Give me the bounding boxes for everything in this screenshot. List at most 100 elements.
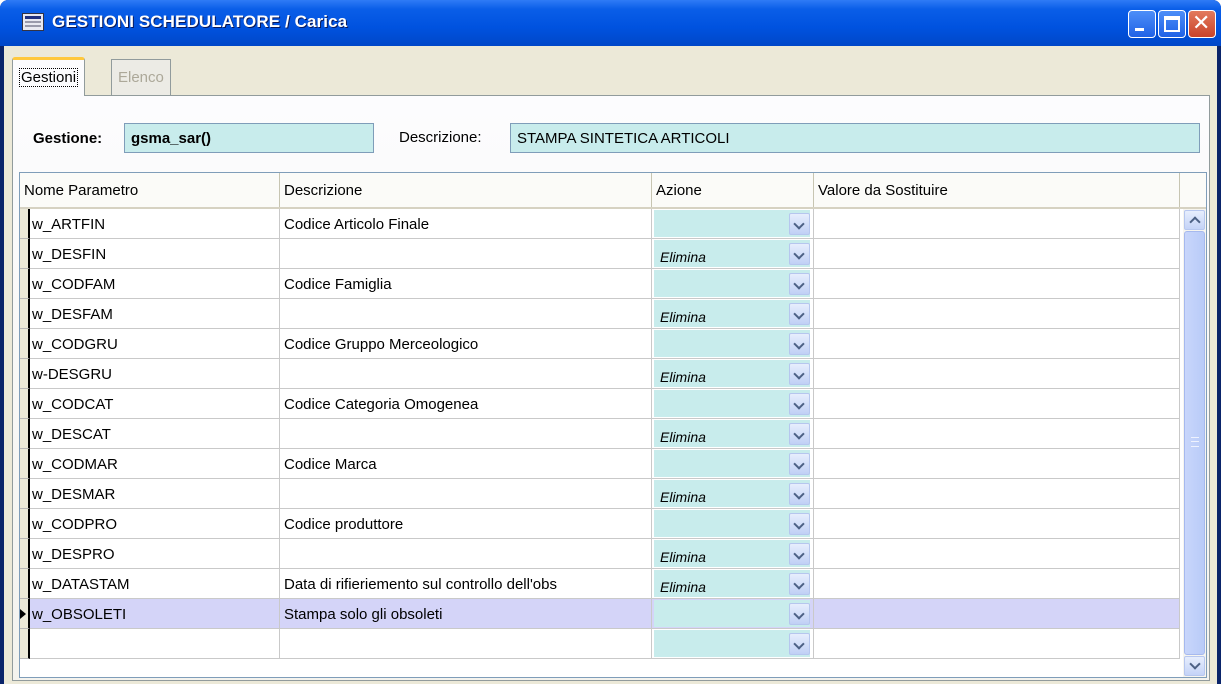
azione-combo[interactable]: Elimina — [654, 300, 810, 327]
chevron-down-icon[interactable] — [789, 573, 810, 595]
table-row[interactable]: w_DESPRO Elimina — [20, 539, 1180, 569]
tab-gestioni[interactable]: Gestioni — [12, 57, 86, 96]
cell-azione[interactable]: Elimina — [652, 479, 814, 509]
close-button[interactable]: ✕ — [1188, 10, 1216, 38]
row-indicator[interactable] — [20, 539, 30, 569]
cell-valore[interactable] — [814, 419, 1180, 449]
tab-elenco[interactable]: Elenco — [111, 59, 171, 95]
azione-combo[interactable] — [654, 510, 810, 537]
row-indicator[interactable] — [20, 329, 30, 359]
cell-nome-parametro[interactable]: w_CODCAT — [30, 389, 280, 419]
column-header-azione[interactable]: Azione — [652, 173, 814, 207]
azione-combo[interactable]: Elimina — [654, 570, 810, 597]
cell-descrizione[interactable] — [280, 419, 652, 449]
cell-azione[interactable] — [652, 269, 814, 299]
azione-combo[interactable] — [654, 270, 810, 297]
azione-combo[interactable] — [654, 390, 810, 417]
column-header-nome[interactable]: Nome Parametro — [20, 173, 280, 207]
cell-descrizione[interactable]: Codice Categoria Omogenea — [280, 389, 652, 419]
chevron-down-icon[interactable] — [789, 303, 810, 325]
chevron-down-icon[interactable] — [789, 483, 810, 505]
table-row[interactable]: w_OBSOLETI Stampa solo gli obsoleti — [20, 599, 1180, 629]
cell-nome-parametro[interactable]: w_DESPRO — [30, 539, 280, 569]
row-indicator[interactable] — [20, 479, 30, 509]
cell-nome-parametro[interactable]: w_DESFIN — [30, 239, 280, 269]
cell-nome-parametro[interactable]: w_DESCAT — [30, 419, 280, 449]
azione-combo[interactable]: Elimina — [654, 480, 810, 507]
maximize-button[interactable] — [1158, 10, 1186, 38]
chevron-down-icon[interactable] — [789, 513, 810, 535]
cell-valore[interactable] — [814, 269, 1180, 299]
chevron-down-icon[interactable] — [789, 363, 810, 385]
table-row[interactable]: w_DESFIN Elimina — [20, 239, 1180, 269]
cell-azione[interactable]: Elimina — [652, 539, 814, 569]
chevron-down-icon[interactable] — [789, 423, 810, 445]
chevron-down-icon[interactable] — [789, 453, 810, 475]
azione-combo[interactable]: Elimina — [654, 360, 810, 387]
cell-valore[interactable] — [814, 359, 1180, 389]
cell-valore[interactable] — [814, 239, 1180, 269]
cell-valore[interactable] — [814, 479, 1180, 509]
table-row[interactable]: w_DESFAM Elimina — [20, 299, 1180, 329]
table-row[interactable]: w_CODFAM Codice Famiglia — [20, 269, 1180, 299]
table-row[interactable]: w_CODMAR Codice Marca — [20, 449, 1180, 479]
cell-azione[interactable] — [652, 209, 814, 239]
chevron-down-icon[interactable] — [789, 543, 810, 565]
chevron-down-icon[interactable] — [789, 243, 810, 265]
column-header-descrizione[interactable]: Descrizione — [280, 173, 652, 207]
cell-valore[interactable] — [814, 329, 1180, 359]
chevron-down-icon[interactable] — [789, 393, 810, 415]
cell-valore[interactable] — [814, 449, 1180, 479]
cell-descrizione[interactable]: Codice Famiglia — [280, 269, 652, 299]
cell-valore[interactable] — [814, 209, 1180, 239]
azione-combo[interactable]: Elimina — [654, 240, 810, 267]
cell-nome-parametro[interactable]: w_OBSOLETI — [30, 599, 280, 629]
azione-combo[interactable] — [654, 450, 810, 477]
table-row[interactable]: w_ARTFIN Codice Articolo Finale — [20, 209, 1180, 239]
scrollbar-thumb[interactable] — [1184, 231, 1205, 655]
cell-nome-parametro[interactable]: w_ARTFIN — [30, 209, 280, 239]
table-row[interactable]: w-DESGRU Elimina — [20, 359, 1180, 389]
row-indicator[interactable] — [20, 449, 30, 479]
scroll-up-button[interactable] — [1184, 210, 1205, 230]
cell-azione[interactable] — [652, 329, 814, 359]
cell-descrizione[interactable] — [280, 359, 652, 389]
azione-combo[interactable]: Elimina — [654, 420, 810, 447]
vertical-scrollbar[interactable] — [1183, 209, 1206, 677]
cell-nome-parametro[interactable]: w_DESMAR — [30, 479, 280, 509]
cell-descrizione[interactable]: Codice Articolo Finale — [280, 209, 652, 239]
cell-valore[interactable] — [814, 299, 1180, 329]
cell-descrizione[interactable] — [280, 629, 652, 659]
row-indicator[interactable] — [20, 419, 30, 449]
chevron-down-icon[interactable] — [789, 633, 810, 655]
cell-azione[interactable]: Elimina — [652, 419, 814, 449]
cell-nome-parametro[interactable]: w_CODFAM — [30, 269, 280, 299]
table-row[interactable]: w_DESMAR Elimina — [20, 479, 1180, 509]
title-bar[interactable]: GESTIONI SCHEDULATORE / Carica ✕ — [0, 0, 1221, 46]
chevron-down-icon[interactable] — [789, 333, 810, 355]
cell-descrizione[interactable] — [280, 539, 652, 569]
table-row[interactable]: w_DESCAT Elimina — [20, 419, 1180, 449]
chevron-down-icon[interactable] — [789, 603, 810, 625]
cell-descrizione[interactable]: Codice produttore — [280, 509, 652, 539]
azione-combo[interactable]: Elimina — [654, 540, 810, 567]
row-indicator[interactable] — [20, 629, 30, 659]
table-row[interactable]: w_CODPRO Codice produttore — [20, 509, 1180, 539]
cell-valore[interactable] — [814, 539, 1180, 569]
cell-nome-parametro[interactable]: w_CODPRO — [30, 509, 280, 539]
chevron-down-icon[interactable] — [789, 213, 810, 235]
cell-nome-parametro[interactable] — [30, 629, 280, 659]
azione-combo[interactable] — [654, 600, 810, 627]
minimize-button[interactable] — [1128, 10, 1156, 38]
table-row[interactable]: w_CODGRU Codice Gruppo Merceologico — [20, 329, 1180, 359]
azione-combo[interactable] — [654, 330, 810, 357]
row-indicator[interactable] — [20, 599, 30, 629]
cell-descrizione[interactable] — [280, 479, 652, 509]
gestione-field[interactable]: gsma_sar() — [124, 123, 374, 153]
cell-valore[interactable] — [814, 569, 1180, 599]
azione-combo[interactable] — [654, 210, 810, 237]
cell-nome-parametro[interactable]: w_DATASTAM — [30, 569, 280, 599]
row-indicator[interactable] — [20, 569, 30, 599]
row-indicator[interactable] — [20, 209, 30, 239]
cell-descrizione[interactable] — [280, 299, 652, 329]
